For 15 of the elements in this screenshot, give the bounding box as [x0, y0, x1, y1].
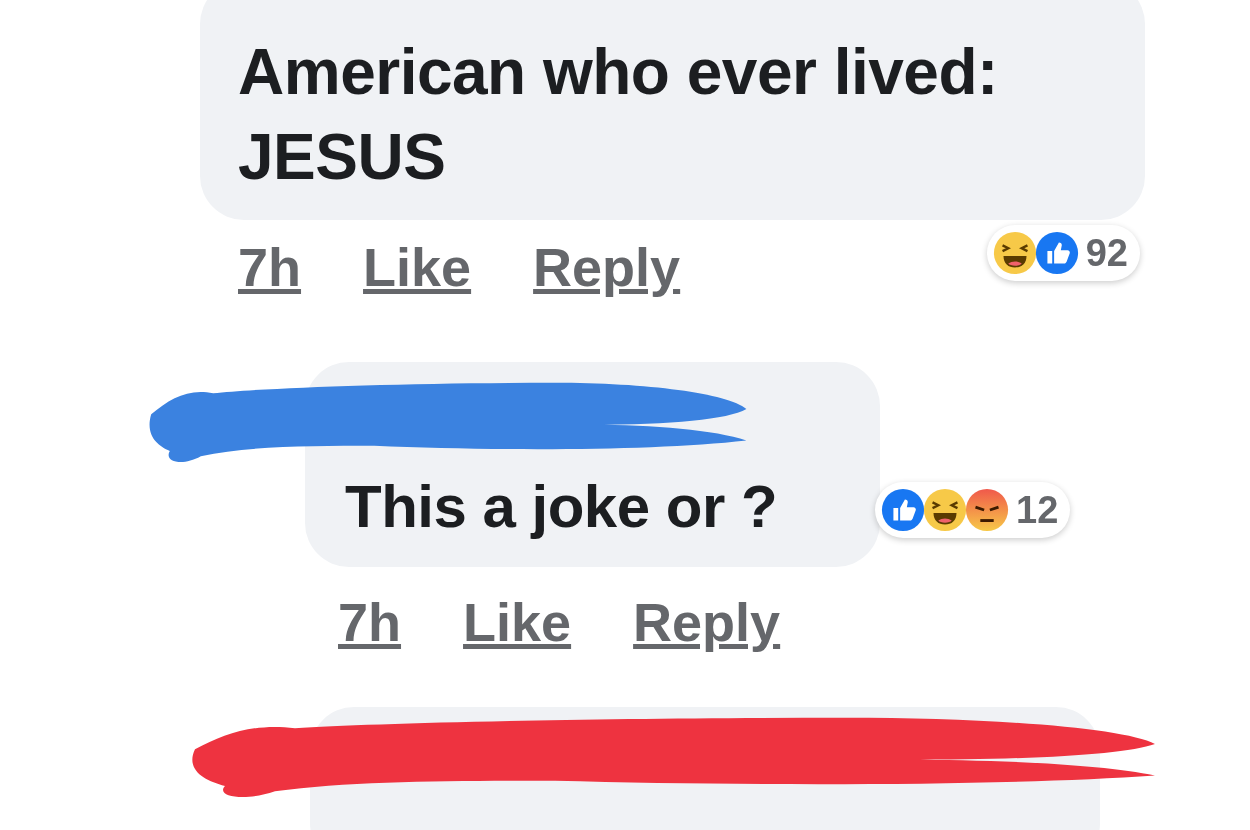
- like-link[interactable]: Like: [363, 240, 472, 294]
- reaction-count: 92: [1085, 234, 1128, 272]
- timestamp-link[interactable]: 7h: [338, 595, 402, 649]
- comment-text: This a joke or ?: [345, 472, 779, 542]
- angry-reaction-icon: [964, 487, 1010, 533]
- haha-reaction-icon: [991, 230, 1038, 276]
- timestamp-link[interactable]: 7h: [238, 240, 302, 294]
- haha-reaction-icon: [922, 487, 968, 533]
- like-link[interactable]: Like: [463, 595, 572, 649]
- like-reaction-icon: [1033, 230, 1080, 276]
- comment-text: American who ever lived: JESUS: [238, 35, 999, 195]
- reaction-count: 12: [1016, 491, 1059, 529]
- like-reaction-icon: [880, 487, 926, 533]
- reaction-badge[interactable]: 92: [986, 225, 1140, 281]
- reaction-badge[interactable]: 12: [875, 482, 1071, 538]
